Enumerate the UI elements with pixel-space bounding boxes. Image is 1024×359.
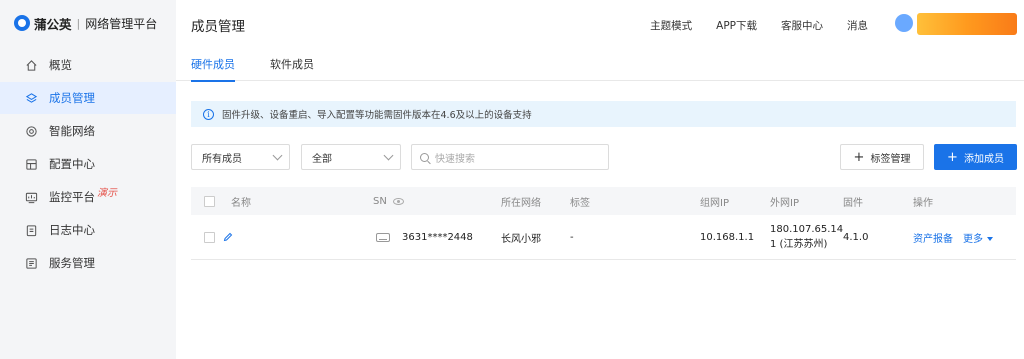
eye-icon[interactable] bbox=[392, 197, 404, 205]
platform-name: 网络管理平台 bbox=[85, 16, 158, 31]
pencil-icon bbox=[223, 232, 233, 242]
logo-divider: | bbox=[76, 16, 81, 30]
column-network: 所在网络 bbox=[501, 197, 541, 209]
sidebar-item-members[interactable]: 成员管理 bbox=[0, 82, 176, 114]
avatar[interactable] bbox=[895, 14, 913, 32]
app-download-link[interactable]: APP下载 bbox=[716, 18, 757, 33]
column-actions: 操作 bbox=[913, 197, 933, 209]
tag-manage-button[interactable]: + 标签管理 bbox=[840, 144, 924, 170]
layers-icon bbox=[24, 91, 38, 105]
asset-report-link[interactable]: 资产报备 bbox=[913, 230, 953, 245]
wan-ip-line1: 180.107.65.14 bbox=[770, 224, 844, 235]
sidebar-item-label: 服务管理 bbox=[49, 256, 95, 270]
column-tag: 标签 bbox=[570, 197, 590, 209]
network-name: 长风小邪 bbox=[501, 233, 541, 245]
sidebar-item-label: 概览 bbox=[49, 58, 72, 72]
tab-hardware-members[interactable]: 硬件成员 bbox=[191, 56, 235, 82]
firmware-value: 4.1.0 bbox=[843, 231, 869, 243]
plus-icon: + bbox=[947, 149, 958, 165]
wan-ip-line2: 1 (江苏苏州) bbox=[770, 239, 828, 250]
chevron-down-icon bbox=[272, 150, 283, 161]
router-icon bbox=[376, 232, 390, 242]
column-wan-ip: 外网IP bbox=[770, 197, 799, 209]
home-icon bbox=[24, 58, 38, 72]
log-icon bbox=[24, 223, 38, 237]
network-filter-select[interactable]: 全部 bbox=[301, 144, 401, 170]
sidebar-item-overview[interactable]: 概览 bbox=[0, 49, 176, 81]
network-filter-value: 全部 bbox=[312, 153, 332, 165]
more-label: 更多 bbox=[963, 233, 983, 245]
search-input[interactable]: 快速搜索 bbox=[411, 144, 609, 170]
info-icon: i bbox=[203, 108, 214, 120]
main-content: 成员管理 主题模式 APP下载 客服中心 消息 硬件成员 软件成员 i 固件升级… bbox=[176, 0, 1024, 359]
notice-text: 固件升级、设备重启、导入配置等功能需固件版本在4.6及以上的设备支持 bbox=[222, 110, 532, 121]
monitor-icon bbox=[24, 190, 38, 204]
sidebar-item-log-center[interactable]: 日志中心 bbox=[0, 214, 176, 246]
demo-badge: 演示 bbox=[97, 187, 117, 199]
sidebar-item-label: 智能网络 bbox=[49, 124, 95, 138]
support-center-link[interactable]: 客服中心 bbox=[781, 18, 823, 33]
sidebar-item-smart-network[interactable]: 智能网络 bbox=[0, 115, 176, 147]
sidebar-item-label: 配置中心 bbox=[49, 157, 95, 171]
top-links: 主题模式 APP下载 客服中心 消息 bbox=[650, 18, 868, 33]
page-title: 成员管理 bbox=[191, 19, 245, 35]
search-placeholder: 快速搜索 bbox=[435, 153, 475, 165]
tag-manage-label: 标签管理 bbox=[870, 153, 911, 165]
sidebar-item-label: 成员管理 bbox=[49, 91, 95, 105]
search-icon bbox=[420, 152, 429, 162]
sidebar-item-monitor[interactable]: 监控平台 演示 bbox=[0, 181, 176, 213]
member-filter-value: 所有成员 bbox=[202, 153, 242, 165]
add-member-label: 添加成员 bbox=[963, 153, 1004, 165]
more-actions-dropdown[interactable]: 更多 bbox=[963, 230, 993, 245]
device-sn: 3631****2448 bbox=[376, 215, 473, 259]
column-sn-label: SN bbox=[373, 195, 387, 207]
tag-value: - bbox=[570, 231, 574, 243]
logo[interactable]: 蒲公英 | 网络管理平台 bbox=[14, 14, 157, 32]
tab-software-members[interactable]: 软件成员 bbox=[270, 56, 314, 80]
username-redacted[interactable] bbox=[917, 13, 1017, 35]
column-sn: SN bbox=[373, 187, 404, 215]
brand-name: 蒲公英 bbox=[34, 16, 72, 32]
row-actions: 资产报备 更多 bbox=[913, 215, 993, 259]
dandelion-logo-icon bbox=[14, 15, 30, 31]
sidebar-item-label: 监控平台 bbox=[49, 190, 95, 204]
select-all-checkbox[interactable] bbox=[204, 187, 215, 215]
edit-name-button[interactable] bbox=[223, 215, 233, 259]
lan-ip-value: 10.168.1.1 bbox=[700, 231, 755, 243]
sidebar-item-service[interactable]: 服务管理 bbox=[0, 247, 176, 279]
theme-mode-link[interactable]: 主题模式 bbox=[650, 18, 692, 33]
table-row: 3631****2448 长风小邪 - 10.168.1.1 180.107.6… bbox=[191, 215, 1016, 260]
wan-ip-value: 180.107.65.14 1 (江苏苏州) bbox=[770, 215, 843, 259]
sidebar-item-label: 日志中心 bbox=[49, 223, 95, 237]
messages-link[interactable]: 消息 bbox=[847, 18, 868, 33]
column-name: 名称 bbox=[231, 197, 251, 209]
sidebar: 蒲公英 | 网络管理平台 概览 成员管理 智能网络 配置中心 监控平台 演示 日… bbox=[0, 0, 176, 359]
network-icon bbox=[24, 124, 38, 138]
member-filter-select[interactable]: 所有成员 bbox=[191, 144, 290, 170]
column-lan-ip: 组网IP bbox=[700, 197, 729, 209]
chevron-down-icon bbox=[383, 150, 394, 161]
firmware-notice: i 固件升级、设备重启、导入配置等功能需固件版本在4.6及以上的设备支持 bbox=[191, 101, 1016, 127]
column-firmware: 固件 bbox=[843, 197, 863, 209]
caret-down-icon bbox=[987, 236, 993, 241]
service-icon bbox=[24, 256, 38, 270]
row-checkbox[interactable] bbox=[204, 215, 215, 259]
member-tabs: 硬件成员 软件成员 bbox=[176, 56, 1024, 82]
config-icon bbox=[24, 157, 38, 171]
sn-value: 3631****2448 bbox=[402, 231, 473, 243]
table-header: 名称 SN 所在网络 标签 组网IP 外网IP 固件 操作 bbox=[191, 187, 1016, 215]
plus-icon: + bbox=[853, 149, 865, 165]
add-member-button[interactable]: + 添加成员 bbox=[934, 144, 1017, 170]
sidebar-item-config-center[interactable]: 配置中心 bbox=[0, 148, 176, 180]
